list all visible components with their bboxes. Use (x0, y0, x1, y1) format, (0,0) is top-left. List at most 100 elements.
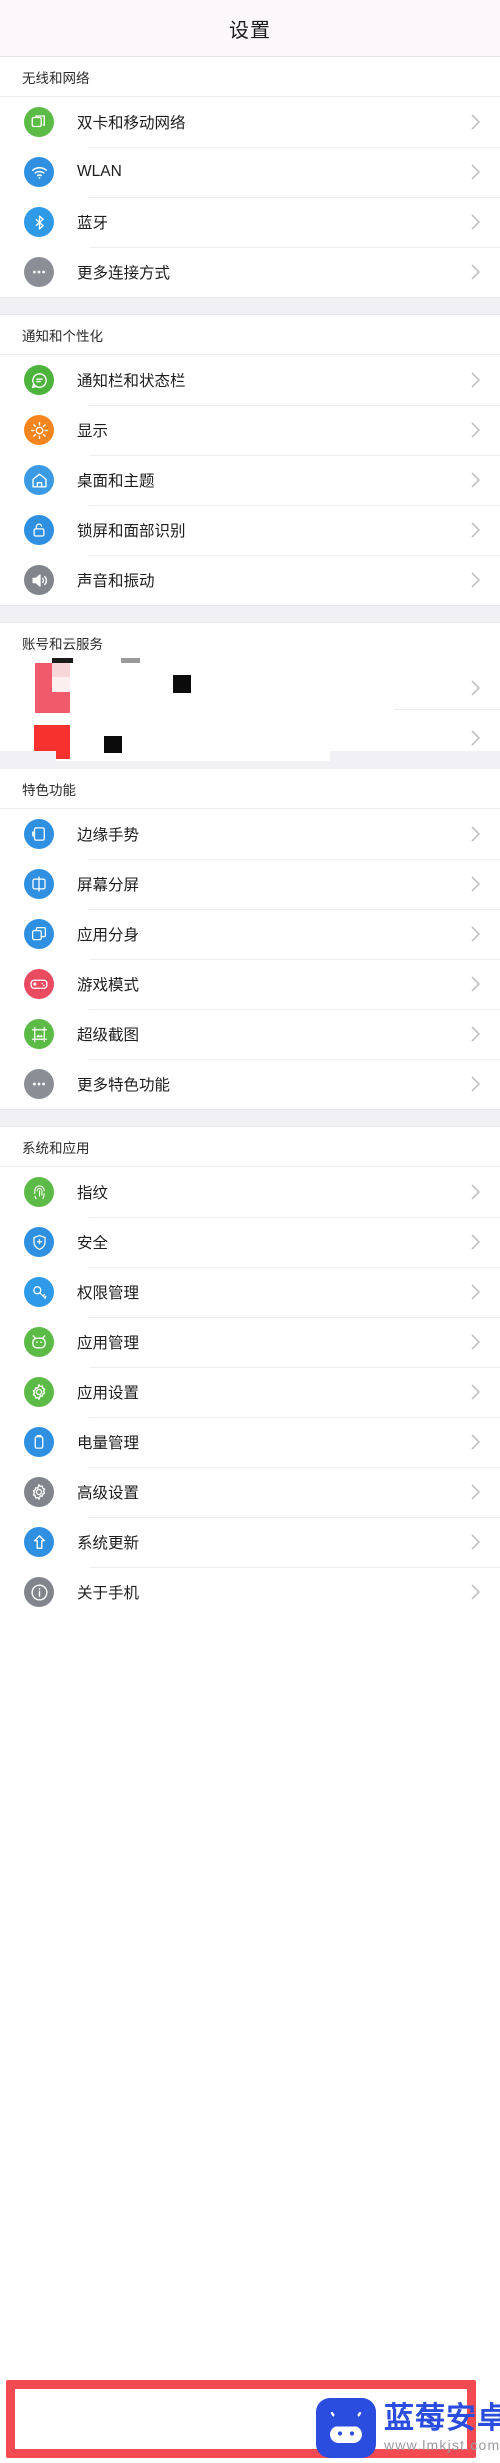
settings-row-security[interactable]: 安全 (0, 1217, 500, 1267)
settings-row-label: 桌面和主题 (77, 473, 155, 490)
settings-row-label: 高级设置 (77, 1485, 140, 1502)
chevron-right-icon (462, 1009, 488, 1059)
chevron-right-icon (462, 1059, 488, 1109)
settings-row-more-features[interactable]: 更多特色功能 (0, 1059, 500, 1109)
glitch-band (56, 761, 330, 769)
settings-row-battery[interactable]: 电量管理 (0, 1417, 500, 1467)
chevron-right-icon (462, 809, 488, 859)
glitch-band (330, 751, 500, 769)
site-watermark: 蓝莓安卓网 www.lmkjst.com (316, 2398, 500, 2458)
section-divider (0, 297, 500, 315)
settings-row-label: 锁屏和面部识别 (77, 523, 186, 540)
settings-row-system-update[interactable]: 系统更新 (0, 1517, 500, 1567)
chevron-right-icon (462, 97, 488, 147)
settings-row-label: 应用管理 (77, 1335, 140, 1352)
settings-row-label: 蓝牙 (77, 215, 109, 232)
settings-row-label: 双卡和移动网络 (77, 115, 186, 132)
settings-row-home-theme[interactable]: 桌面和主题 (0, 455, 500, 505)
settings-row-game-mode[interactable]: 游戏模式 (0, 959, 500, 1009)
settings-row-app-manager[interactable]: 应用管理 (0, 1317, 500, 1367)
settings-row-label: 屏幕分屏 (77, 877, 140, 894)
chevron-right-icon (462, 355, 488, 405)
more-dots-icon (24, 1069, 54, 1099)
chevron-right-icon (462, 1217, 488, 1267)
chevron-right-icon (462, 555, 488, 605)
watermark-url: www.lmkjst.com (384, 2436, 500, 2453)
android-robot-icon (316, 2398, 376, 2458)
chevron-right-icon (462, 505, 488, 555)
battery-icon (24, 1427, 54, 1457)
section-label: 无线和网络 (22, 70, 90, 86)
settings-row-lockscreen-face[interactable]: 锁屏和面部识别 (0, 505, 500, 555)
chevron-right-icon (462, 1467, 488, 1517)
settings-row-sound-vibration[interactable]: 声音和振动 (0, 555, 500, 605)
settings-row-wlan[interactable]: WLAN (0, 147, 500, 197)
wifi-icon (24, 157, 54, 187)
screenshot-icon (24, 1019, 54, 1049)
section-label: 特色功能 (22, 782, 76, 798)
watermark-brand: 蓝莓安卓网 (384, 2402, 500, 2436)
glitch-pixel-block (173, 675, 191, 693)
chevron-right-icon (462, 1167, 488, 1217)
settings-row-label: 系统更新 (77, 1535, 140, 1552)
settings-row-notification-statusbar[interactable]: 通知栏和状态栏 (0, 355, 500, 405)
chevron-right-icon (462, 455, 488, 505)
section-divider (0, 605, 500, 623)
settings-row-display[interactable]: 显示 (0, 405, 500, 455)
chat-bubble-icon (24, 365, 54, 395)
chevron-right-icon (462, 959, 488, 1009)
section-label: 系统和应用 (22, 1140, 90, 1156)
title-bar: 设置 (0, 0, 500, 57)
more-dots-icon (24, 257, 54, 287)
watermark-text: 蓝莓安卓网 www.lmkjst.com (384, 2403, 500, 2453)
section-account-cloud-corrupted: 账号和云服务 (0, 623, 500, 769)
chevron-right-icon (462, 405, 488, 455)
settings-screen: 设置 无线和网络 双卡和移动网络 WLAN 蓝牙 更多连接方式 通知和个性化 通… (0, 0, 500, 2463)
settings-row-super-screenshot[interactable]: 超级截图 (0, 1009, 500, 1059)
app-settings-gear-icon (24, 1377, 54, 1407)
settings-row-bluetooth[interactable]: 蓝牙 (0, 197, 500, 247)
chevron-right-icon (462, 147, 488, 197)
chevron-right-icon (462, 1267, 488, 1317)
brightness-icon (24, 415, 54, 445)
section-divider (0, 1109, 500, 1127)
section-header-notification: 通知和个性化 (0, 315, 500, 355)
section-label: 账号和云服务 (22, 637, 103, 652)
chevron-right-icon (462, 663, 488, 713)
settings-row-split-screen[interactable]: 屏幕分屏 (0, 859, 500, 909)
settings-row-label: 电量管理 (77, 1435, 140, 1452)
settings-row-label: 更多特色功能 (77, 1077, 171, 1094)
page-title: 设置 (229, 19, 271, 42)
settings-row-label: 安全 (77, 1235, 109, 1252)
fingerprint-icon (24, 1177, 54, 1207)
glitch-pixel-block (52, 677, 70, 692)
settings-row-account-corrupted[interactable] (0, 663, 500, 715)
settings-row-label: 游戏模式 (77, 977, 140, 994)
settings-row-label: 关于手机 (77, 1585, 140, 1602)
settings-row-advanced-settings[interactable]: 高级设置 (0, 1467, 500, 1517)
settings-row-dual-sim[interactable]: 双卡和移动网络 (0, 97, 500, 147)
settings-row-edge-gesture[interactable]: 边缘手势 (0, 809, 500, 859)
app-clone-icon (24, 919, 54, 949)
settings-row-app-settings[interactable]: 应用设置 (0, 1367, 500, 1417)
glitch-pixel-block (104, 736, 122, 753)
gamepad-icon (24, 969, 54, 999)
edge-gesture-icon (24, 819, 54, 849)
permission-key-icon (24, 1277, 54, 1307)
chevron-right-icon (462, 1317, 488, 1367)
chevron-right-icon (462, 197, 488, 247)
section-header-system: 系统和应用 (0, 1127, 500, 1167)
bluetooth-icon (24, 207, 54, 237)
settings-row-label: 声音和振动 (77, 573, 155, 590)
home-icon (24, 465, 54, 495)
settings-row-label: 指纹 (77, 1185, 109, 1202)
settings-row-fingerprint[interactable]: 指纹 (0, 1167, 500, 1217)
system-update-icon (24, 1527, 54, 1557)
settings-row-label: 显示 (77, 423, 109, 440)
settings-row-more-connections[interactable]: 更多连接方式 (0, 247, 500, 297)
settings-row-app-clone[interactable]: 应用分身 (0, 909, 500, 959)
settings-row-about-phone[interactable]: 关于手机 (0, 1567, 500, 1617)
chevron-right-icon (462, 1567, 488, 1617)
settings-row-permission-manager[interactable]: 权限管理 (0, 1267, 500, 1317)
settings-row-label: 超级截图 (77, 1027, 140, 1044)
